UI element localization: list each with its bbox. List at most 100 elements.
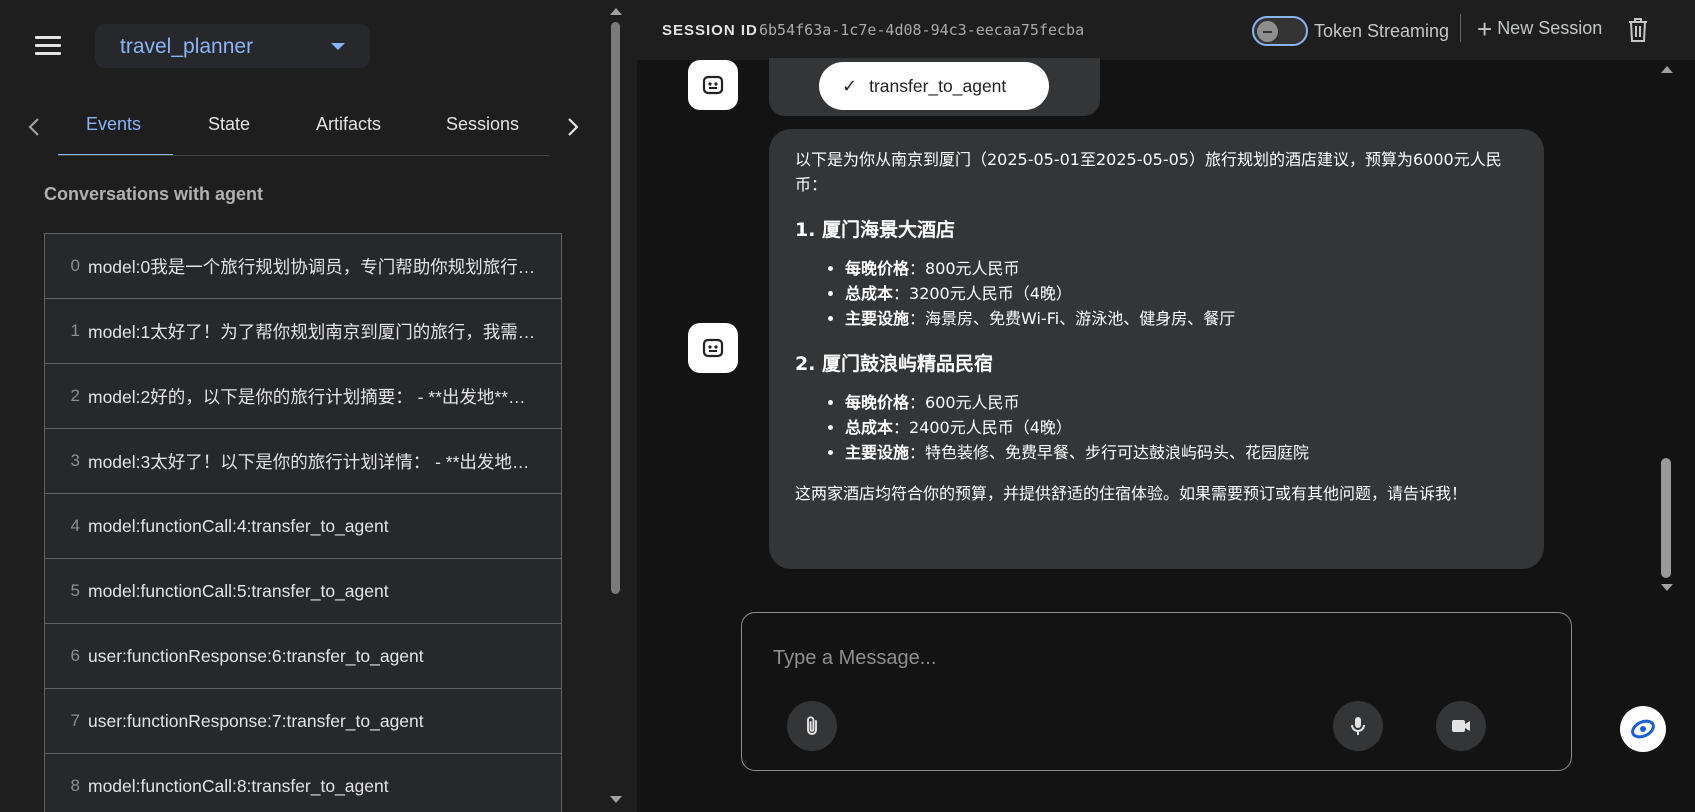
side-tabs: Events State Artifacts Sessions — [0, 100, 608, 156]
event-row[interactable]: 5 model:functionCall:5:transfer_to_agent — [45, 559, 561, 624]
scroll-up-arrow-icon[interactable] — [610, 8, 622, 15]
event-row[interactable]: 3 model:3太好了！以下是你的旅行计划详情： - **出发地… — [45, 429, 561, 494]
hotel-details-list: 每晚价格：800元人民币 总成本：3200元人民币（4晚） 主要设施：海景房、免… — [845, 256, 1518, 331]
event-text: user:functionResponse:7:transfer_to_agen… — [88, 710, 424, 731]
event-row[interactable]: 2 model:2好的，以下是你的旅行计划摘要： - **出发地**… — [45, 364, 561, 429]
session-id-label: SESSION ID — [662, 22, 758, 39]
message-input[interactable] — [773, 643, 1473, 673]
bot-avatar-icon — [688, 60, 738, 110]
event-index: 4 — [70, 516, 80, 535]
event-index: 3 — [70, 451, 80, 470]
hotel-detail-item: 每晚价格：600元人民币 — [845, 390, 1518, 415]
microphone-button[interactable] — [1333, 701, 1383, 751]
tool-call-bubble: ✓ transfer_to_agent — [769, 58, 1100, 116]
agent-message-bubble: 以下是为你从南京到厦门（2025-05-01至2025-05-05）旅行规划的酒… — [769, 129, 1544, 569]
tabs-scroll-left-icon[interactable] — [20, 112, 50, 142]
scroll-up-arrow-icon[interactable] — [1661, 66, 1673, 73]
app-selector[interactable]: travel_planner — [95, 24, 370, 68]
token-streaming-label: Token Streaming — [1314, 21, 1450, 41]
event-row[interactable]: 7 user:functionResponse:7:transfer_to_age… — [45, 689, 561, 754]
event-index: 5 — [70, 581, 80, 600]
scroll-down-arrow-icon[interactable] — [610, 796, 622, 803]
bot-avatar-icon — [688, 323, 738, 373]
event-index: 2 — [70, 386, 80, 405]
event-index: 0 — [70, 256, 80, 275]
hotel-detail-item: 总成本：3200元人民币（4晚） — [845, 281, 1518, 306]
app-selector-value: travel_planner — [120, 35, 254, 58]
video-button[interactable] — [1436, 701, 1486, 751]
attach-file-button[interactable] — [787, 701, 837, 751]
chat-scrollbar[interactable] — [1657, 60, 1675, 600]
tabs-divider — [58, 155, 549, 156]
message-outro: 这两家酒店均符合你的预算，并提供舒适的住宿体验。如果需要预订或有其他问题，请告诉… — [795, 484, 1468, 503]
toggle-knob — [1257, 21, 1278, 42]
message-composer — [741, 612, 1572, 771]
delete-session-icon[interactable] — [1626, 17, 1650, 43]
microphone-icon — [1351, 717, 1365, 735]
event-text: model:2好的，以下是你的旅行计划摘要： - **出发地**… — [88, 386, 526, 407]
tool-call-label: transfer_to_agent — [869, 75, 1007, 96]
session-id-value: 6b54f63a-1c7e-4d08-94c3-eecaa75fecba — [759, 21, 1085, 39]
message-intro: 以下是为你从南京到厦门（2025-05-01至2025-05-05）旅行规划的酒… — [795, 150, 1502, 194]
detail-value: ：2400元人民币（4晚） — [893, 418, 1072, 437]
chat-panel: SESSION ID 6b54f63a-1c7e-4d08-94c3-eecaa… — [637, 0, 1695, 812]
header-divider — [1460, 14, 1461, 42]
scrollbar-thumb[interactable] — [1661, 458, 1671, 578]
assistant-logo-icon[interactable] — [1620, 706, 1666, 752]
detail-key: 每晚价格 — [845, 259, 910, 278]
tab-events[interactable]: Events — [86, 114, 141, 135]
app-root: travel_planner Events State Artifacts Se… — [0, 0, 1695, 812]
scrollbar-thumb[interactable] — [611, 22, 620, 594]
event-index: 7 — [70, 711, 80, 730]
tool-call-chip[interactable]: ✓ transfer_to_agent — [819, 62, 1049, 110]
events-section-title: Conversations with agent — [44, 184, 264, 204]
chat-header: SESSION ID 6b54f63a-1c7e-4d08-94c3-eecaa… — [637, 0, 1695, 60]
detail-value: ：3200元人民币（4晚） — [893, 284, 1072, 303]
token-streaming-toggle[interactable] — [1252, 16, 1308, 46]
event-row[interactable]: 6 user:functionResponse:6:transfer_to_age… — [45, 624, 561, 689]
event-text: model:0我是一个旅行规划协调员，专门帮助你规划旅行… — [88, 256, 536, 277]
tab-sessions[interactable]: Sessions — [446, 114, 519, 135]
hotel-detail-item: 总成本：2400元人民币（4晚） — [845, 415, 1518, 440]
menu-icon[interactable] — [35, 36, 61, 58]
hotel-title: 1. 厦门海景大酒店 — [795, 219, 956, 241]
event-row[interactable]: 1 model:1太好了！为了帮你规划南京到厦门的旅行，我需… — [45, 299, 561, 364]
detail-key: 总成本 — [845, 284, 894, 303]
side-panel: travel_planner Events State Artifacts Se… — [0, 0, 608, 812]
new-session-button[interactable]: + New Session — [1477, 13, 1603, 44]
hotel-detail-item: 主要设施：海景房、免费Wi-Fi、游泳池、健身房、餐厅 — [845, 306, 1518, 331]
tab-artifacts[interactable]: Artifacts — [316, 114, 381, 135]
video-camera-icon — [1452, 720, 1470, 732]
paperclip-icon — [807, 716, 817, 735]
event-text: model:functionCall:8:transfer_to_agent — [88, 775, 389, 796]
check-icon: ✓ — [842, 75, 858, 96]
detail-value: ：800元人民币 — [909, 259, 1020, 278]
detail-key: 主要设施 — [845, 443, 910, 462]
detail-key: 每晚价格 — [845, 393, 910, 412]
new-session-label: New Session — [1497, 18, 1603, 38]
hotel-detail-item: 主要设施：特色装修、免费早餐、步行可达鼓浪屿码头、花园庭院 — [845, 440, 1518, 465]
plus-icon: + — [1477, 13, 1493, 44]
hotel-detail-item: 每晚价格：800元人民币 — [845, 256, 1518, 281]
detail-key: 总成本 — [845, 418, 894, 437]
event-row[interactable]: 0 model:0我是一个旅行规划协调员，专门帮助你规划旅行… — [45, 234, 561, 299]
detail-value: ：600元人民币 — [909, 393, 1020, 412]
event-index: 8 — [70, 776, 80, 795]
side-panel-scrollbar[interactable] — [606, 0, 626, 812]
event-index: 6 — [70, 646, 80, 665]
detail-value: ：海景房、免费Wi-Fi、游泳池、健身房、餐厅 — [909, 309, 1236, 328]
event-text: model:functionCall:4:transfer_to_agent — [88, 515, 389, 536]
scroll-down-arrow-icon[interactable] — [1661, 584, 1673, 591]
event-text: model:3太好了！以下是你的旅行计划详情： - **出发地… — [88, 451, 530, 472]
event-text: user:functionResponse:6:transfer_to_agen… — [88, 645, 424, 666]
detail-key: 主要设施 — [845, 309, 910, 328]
hotel-details-list: 每晚价格：600元人民币 总成本：2400元人民币（4晚） 主要设施：特色装修、… — [845, 390, 1518, 465]
tabs-scroll-right-icon[interactable] — [557, 112, 587, 142]
tab-state[interactable]: State — [208, 114, 250, 135]
event-text: model:functionCall:5:transfer_to_agent — [88, 580, 389, 601]
event-index: 1 — [70, 321, 80, 340]
hotel-title: 2. 厦门鼓浪屿精品民宿 — [795, 353, 994, 375]
event-row[interactable]: 8 model:functionCall:8:transfer_to_agent — [45, 754, 561, 812]
event-text: model:1太好了！为了帮你规划南京到厦门的旅行，我需… — [88, 321, 536, 342]
event-row[interactable]: 4 model:functionCall:4:transfer_to_agent — [45, 494, 561, 559]
